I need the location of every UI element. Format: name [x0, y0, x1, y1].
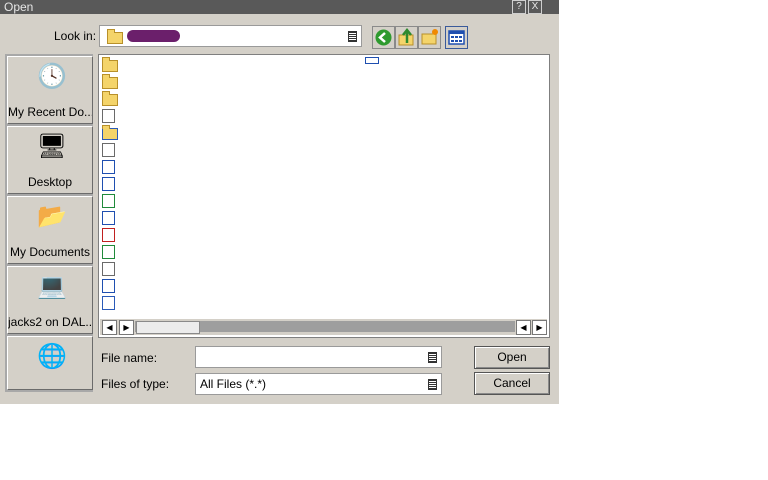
folder-icon[interactable] [102, 91, 118, 106]
word-file-icon[interactable] [102, 211, 115, 225]
text-file-icon[interactable] [102, 143, 115, 157]
word-file-icon[interactable] [102, 160, 115, 174]
look-in-label: Look in: [54, 29, 97, 43]
desktop-icon: 🖥 [36, 133, 68, 160]
files-of-type-value: All Files (*.*) [200, 377, 267, 391]
place-label: My Recent Do... [8, 105, 92, 119]
new-folder-icon [421, 29, 438, 45]
views-button[interactable] [445, 26, 468, 49]
place-label: My Documents [9, 245, 91, 259]
files-of-type-combo[interactable]: All Files (*.*) [195, 373, 442, 395]
excel-file-icon[interactable] [102, 194, 115, 208]
view-menu-icon [448, 30, 465, 45]
scroll-left-button[interactable]: ◀ [102, 320, 117, 335]
folder-icon [107, 29, 123, 44]
open-button[interactable]: Open [474, 346, 550, 369]
network-folder-icon[interactable] [102, 125, 118, 140]
word-file-icon[interactable] [102, 177, 115, 191]
word-file-icon[interactable] [102, 279, 115, 293]
scroll-right-button[interactable]: ▶ [119, 320, 134, 335]
files-of-type-label: Files of type: [101, 377, 170, 391]
place-label: jacks2 on DAL... [8, 315, 92, 329]
place-network-places[interactable]: 🌐 [7, 336, 93, 390]
scroll-thumb[interactable] [136, 321, 200, 334]
file-name-combo[interactable] [195, 346, 442, 368]
place-desktop[interactable]: 🖥 Desktop [7, 126, 93, 194]
place-recent-documents[interactable]: 🕓 My Recent Do... [7, 56, 93, 124]
word-file-icon[interactable] [365, 57, 379, 64]
chevron-down-icon[interactable] [428, 379, 437, 390]
network-drive-icon: 💻 [37, 273, 67, 300]
new-folder-button[interactable] [418, 26, 441, 49]
file-name-label: File name: [101, 351, 158, 365]
text-file-icon[interactable] [102, 262, 115, 276]
file-list[interactable] [98, 54, 550, 338]
scroll-right-button[interactable]: ▶ [532, 320, 547, 335]
places-bar: 🕓 My Recent Do... 🖥 Desktop 📂 My Documen… [5, 54, 93, 392]
chevron-down-icon[interactable] [348, 31, 357, 42]
redacted-folder-name [127, 30, 180, 42]
close-button[interactable]: X [528, 0, 542, 14]
window-title: Open [4, 0, 34, 14]
up-folder-icon [398, 27, 414, 46]
generic-file-icon[interactable] [102, 296, 115, 310]
folder-icon[interactable] [102, 57, 118, 72]
open-dialog: Open ? X Look in: 🕓 My Recent Do... 🖥 De… [0, 0, 559, 404]
back-arrow-icon [375, 29, 392, 46]
recent-documents-icon: 🕓 [37, 63, 67, 90]
chevron-down-icon[interactable] [428, 352, 437, 363]
my-documents-icon: 📂 [37, 203, 67, 230]
network-places-icon: 🌐 [37, 343, 67, 370]
up-folder-button[interactable] [395, 26, 418, 49]
place-network-drive[interactable]: 💻 jacks2 on DAL... [7, 266, 93, 334]
place-my-documents[interactable]: 📂 My Documents [7, 196, 93, 264]
cancel-button[interactable]: Cancel [474, 372, 550, 395]
pdf-file-icon[interactable] [102, 228, 115, 242]
horizontal-scrollbar[interactable]: ◀ ▶ ◀ ▶ [100, 319, 547, 335]
title-bar[interactable]: Open ? X [0, 0, 559, 14]
scroll-left-button[interactable]: ◀ [516, 320, 531, 335]
place-label: Desktop [27, 175, 73, 189]
folder-icon[interactable] [102, 74, 118, 89]
excel-file-icon[interactable] [102, 245, 115, 259]
help-button[interactable]: ? [512, 0, 526, 14]
text-file-icon[interactable] [102, 109, 115, 123]
back-button[interactable] [372, 26, 395, 49]
